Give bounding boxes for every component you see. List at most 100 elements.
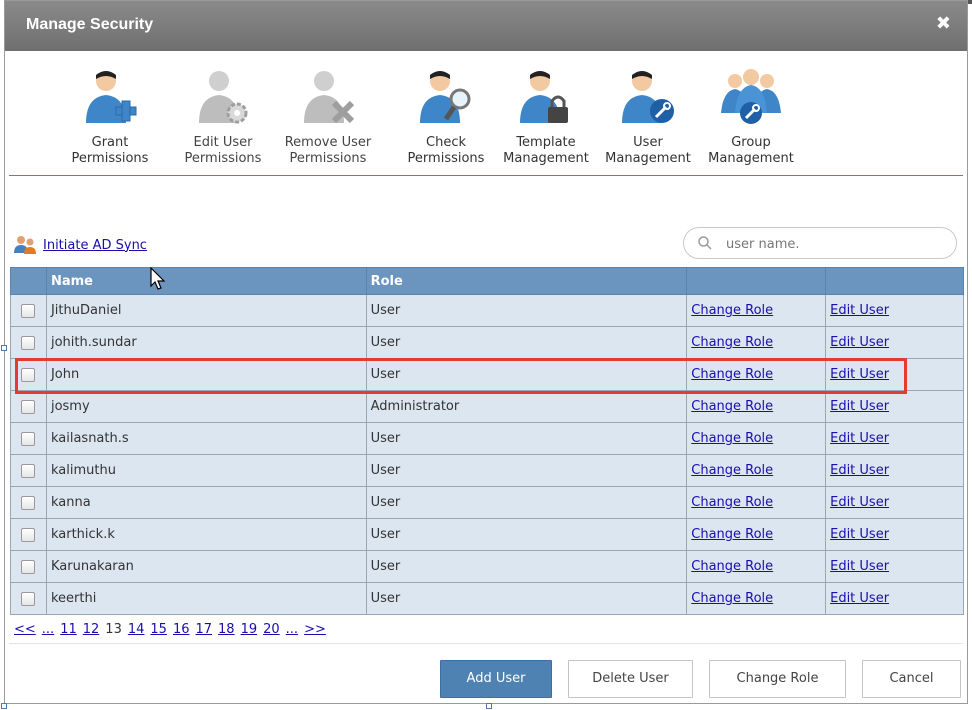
user-name-cell: josmy: [45, 390, 367, 423]
pager-page-link[interactable]: 19: [241, 622, 258, 637]
toolbar-label: Template Management: [491, 135, 601, 167]
pager-first-link[interactable]: <<: [14, 622, 36, 637]
edit-user-cell: Edit User: [825, 358, 964, 391]
row-checkbox[interactable]: [21, 367, 36, 382]
change-role-link[interactable]: Change Role: [691, 463, 773, 478]
users-sync-icon: [14, 236, 36, 254]
check-permissions-button[interactable]: Check Permissions: [391, 67, 501, 167]
pager-next-ellipsis-link[interactable]: ...: [286, 622, 298, 637]
edit-user-link[interactable]: Edit User: [830, 591, 889, 606]
table-row: kanna User Change Role Edit User: [10, 486, 964, 519]
remove-user-permissions-button[interactable]: Remove User Permissions: [273, 67, 383, 167]
row-checkbox[interactable]: [21, 303, 36, 318]
user-name-cell: karthick.k: [45, 518, 367, 551]
pager-page-link[interactable]: 11: [60, 622, 77, 637]
change-role-link[interactable]: Change Role: [691, 431, 773, 446]
change-role-link[interactable]: Change Role: [691, 559, 773, 574]
row-checkbox[interactable]: [21, 335, 36, 350]
change-role-link[interactable]: Change Role: [691, 591, 773, 606]
toolbar-label-line1: Check: [426, 135, 466, 150]
header-checkbox-column: [10, 267, 47, 295]
change-role-button[interactable]: Change Role: [709, 660, 846, 698]
toolbar-label-line2: Management: [708, 151, 794, 166]
user-management-button[interactable]: User Management: [593, 67, 703, 167]
toolbar-label-line1: Remove User: [284, 135, 372, 150]
edit-user-link[interactable]: Edit User: [830, 335, 889, 350]
user-search-box[interactable]: [683, 227, 957, 259]
header-name[interactable]: Name: [45, 267, 367, 295]
delete-user-button[interactable]: Delete User: [568, 660, 693, 698]
manage-security-dialog: Manage Security ✖ Grant Permissions Edit…: [4, 0, 968, 704]
pager-last-link[interactable]: >>: [304, 622, 326, 637]
row-checkbox[interactable]: [21, 463, 36, 478]
change-role-cell: Change Role: [686, 582, 827, 615]
user-name-cell: Karunakaran: [45, 550, 367, 583]
table-row: josmy Administrator Change Role Edit User: [10, 390, 964, 423]
row-select-cell: [10, 582, 47, 615]
row-checkbox[interactable]: [21, 591, 36, 606]
users-table: Name Role JithuDaniel User Change Role Edit…: [10, 267, 964, 615]
pager-page-link[interactable]: 17: [195, 622, 212, 637]
edit-user-cell: Edit User: [825, 486, 964, 519]
user-name-cell: johith.sundar: [45, 326, 367, 359]
pager-page-link[interactable]: 14: [128, 622, 145, 637]
pager-page-link[interactable]: 15: [150, 622, 167, 637]
user-role-cell: User: [365, 358, 688, 391]
change-role-link[interactable]: Change Role: [691, 495, 773, 510]
row-select-cell: [10, 486, 47, 519]
toolbar-label: Check Permissions: [391, 135, 501, 167]
pager-page-link[interactable]: 12: [83, 622, 100, 637]
toolbar-label-line1: Grant: [91, 135, 129, 150]
pager-page-link[interactable]: 18: [218, 622, 235, 637]
change-role-cell: Change Role: [686, 326, 827, 359]
change-role-cell: Change Role: [686, 294, 827, 327]
add-user-button[interactable]: Add User: [440, 660, 552, 698]
change-role-cell: Change Role: [686, 422, 827, 455]
edit-user-link[interactable]: Edit User: [830, 431, 889, 446]
grant-permissions-button[interactable]: Grant Permissions: [55, 67, 165, 167]
row-select-cell: [10, 518, 47, 551]
change-role-link[interactable]: Change Role: [691, 303, 773, 318]
row-checkbox[interactable]: [21, 559, 36, 574]
edit-user-link[interactable]: Edit User: [830, 367, 889, 382]
user-search-input[interactable]: [724, 233, 948, 255]
row-checkbox[interactable]: [21, 527, 36, 542]
edit-user-link[interactable]: Edit User: [830, 495, 889, 510]
header-role[interactable]: Role: [365, 267, 688, 295]
row-select-cell: [10, 422, 47, 455]
change-role-link[interactable]: Change Role: [691, 335, 773, 350]
edit-user-link[interactable]: Edit User: [830, 559, 889, 574]
table-row: kailasnath.s User Change Role Edit User: [10, 422, 964, 455]
close-icon[interactable]: ✖: [936, 13, 951, 34]
pager-prev-ellipsis-link[interactable]: ...: [42, 622, 54, 637]
change-role-link[interactable]: Change Role: [691, 367, 773, 382]
user-role-cell: Administrator: [365, 390, 688, 423]
row-checkbox[interactable]: [21, 399, 36, 414]
resize-handle[interactable]: [1, 345, 7, 351]
edit-user-link[interactable]: Edit User: [830, 303, 889, 318]
initiate-ad-sync-link[interactable]: Initiate AD Sync: [43, 238, 147, 253]
edit-user-permissions-button[interactable]: Edit User Permissions: [168, 67, 278, 167]
resize-handle[interactable]: [486, 703, 492, 709]
group-management-button[interactable]: Group Management: [696, 67, 806, 167]
change-role-link[interactable]: Change Role: [691, 399, 773, 414]
user-role-cell: User: [365, 422, 688, 455]
edit-user-link[interactable]: Edit User: [830, 399, 889, 414]
template-management-button[interactable]: Template Management: [491, 67, 601, 167]
toolbar-label: Grant Permissions: [55, 135, 165, 167]
resize-handle[interactable]: [1, 703, 7, 709]
edit-user-link[interactable]: Edit User: [830, 463, 889, 478]
table-row: JithuDaniel User Change Role Edit User: [10, 294, 964, 327]
user-name-cell: JithuDaniel: [45, 294, 367, 327]
row-select-cell: [10, 326, 47, 359]
cancel-button[interactable]: Cancel: [862, 660, 961, 698]
ad-sync-link-area: Initiate AD Sync: [13, 235, 147, 255]
user-name-cell: kalimuthu: [45, 454, 367, 487]
edit-user-link[interactable]: Edit User: [830, 527, 889, 542]
row-checkbox[interactable]: [21, 495, 36, 510]
row-select-cell: [10, 454, 47, 487]
row-checkbox[interactable]: [21, 431, 36, 446]
change-role-link[interactable]: Change Role: [691, 527, 773, 542]
pager-page-link[interactable]: 20: [263, 622, 280, 637]
pager-page-link[interactable]: 16: [173, 622, 190, 637]
